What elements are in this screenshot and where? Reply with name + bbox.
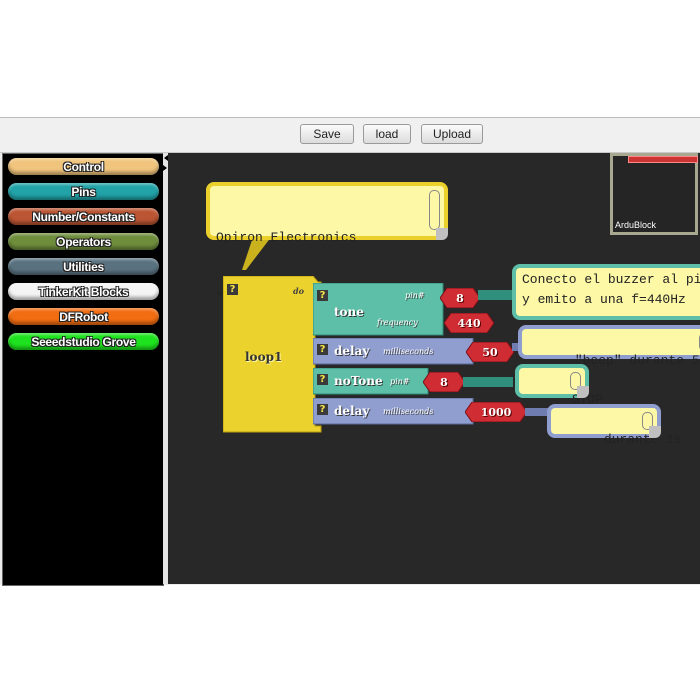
do-label: do xyxy=(293,286,304,296)
workspace-navigator[interactable]: ArduBlock xyxy=(610,153,698,235)
tone-block[interactable]: ? tone pin# frequency xyxy=(313,283,448,338)
delay-2-comment-text: durante 1s xyxy=(603,432,682,447)
toolbar: Save load Upload xyxy=(0,118,700,153)
notone-pin-value[interactable]: 8 xyxy=(423,372,465,392)
navigator-label: ArduBlock xyxy=(615,220,657,230)
delay-2-help-icon[interactable]: ? xyxy=(317,404,328,415)
comment-resize-grip[interactable] xyxy=(577,386,589,398)
delay-block-2[interactable]: ? delay milliseconds xyxy=(313,398,478,426)
delay-1-value[interactable]: 50 xyxy=(466,342,514,362)
tone-frequency-value[interactable]: 440 xyxy=(444,313,494,333)
delay-1-label: delay xyxy=(334,344,370,358)
category-dfrobot[interactable]: DFRobot xyxy=(8,308,159,325)
delay-block-1[interactable]: ? delay milliseconds xyxy=(313,338,478,366)
upload-button[interactable]: Upload xyxy=(421,124,483,144)
category-number-constants[interactable]: Number/Constants xyxy=(8,208,159,225)
comment-resize-grip[interactable] xyxy=(436,228,448,240)
loop-block[interactable]: ? loop1 do xyxy=(223,276,323,434)
delay-2-ms-label: milliseconds xyxy=(383,407,434,416)
notone-block[interactable]: ? noTone pin# xyxy=(313,368,433,396)
category-control[interactable]: Control xyxy=(8,158,159,175)
category-utilities[interactable]: Utilities xyxy=(8,258,159,275)
delay-2-value[interactable]: 1000 xyxy=(465,402,527,422)
category-pins[interactable]: Pins xyxy=(8,183,159,200)
delay-2-label: delay xyxy=(334,404,370,418)
comment-scrollbar[interactable] xyxy=(429,190,440,230)
notone-comment[interactable]: STOP xyxy=(515,364,603,407)
tone-comment[interactable]: Conecto el buzzer al pi y emito a una f=… xyxy=(512,264,700,320)
notone-label: noTone xyxy=(334,374,383,388)
header-comment-line-1: Opiron Electronics xyxy=(216,230,357,245)
category-seeedstudio-grove[interactable]: Seeedstudio Grove xyxy=(8,333,159,350)
save-button[interactable]: Save xyxy=(300,124,354,144)
tone-help-icon[interactable]: ? xyxy=(317,290,328,301)
tone-label: tone xyxy=(334,305,364,319)
delay-1-ms-label: milliseconds xyxy=(383,347,434,356)
category-operators[interactable]: Operators xyxy=(8,233,159,250)
header-comment[interactable]: Opiron Electronics "Beep" by A.Girod xyxy=(206,182,448,305)
delay-1-comment-text: "beep" durante 50 ms xyxy=(574,353,700,368)
delay-1-help-icon[interactable]: ? xyxy=(317,344,328,355)
category-tinkerkit-blocks[interactable]: TinkerKit Blocks xyxy=(8,283,159,300)
loop-label: loop1 xyxy=(245,350,283,364)
delay-2-comment[interactable]: durante 1s xyxy=(547,404,682,447)
loop-help-icon[interactable]: ? xyxy=(227,284,238,295)
comment-connector-1 xyxy=(478,290,512,300)
notone-pin-label: pin# xyxy=(390,377,410,386)
tone-frequency-label: frequency xyxy=(377,318,418,327)
block-category-palette: Control Pins Number/Constants Operators … xyxy=(2,153,164,586)
delay-1-comment[interactable]: "beep" durante 50 ms xyxy=(518,325,700,368)
comment-connector-3 xyxy=(463,377,513,387)
navigator-viewport[interactable] xyxy=(628,156,698,163)
ardublock-window: Save load Upload Control Pins Number/Con… xyxy=(0,117,700,586)
notone-help-icon[interactable]: ? xyxy=(317,374,328,385)
tone-pin-label: pin# xyxy=(405,291,425,300)
tone-pin-value[interactable]: 8 xyxy=(440,288,480,308)
comment-resize-grip[interactable] xyxy=(649,426,661,438)
workspace-canvas[interactable]: ArduBlock Opiron Electronics "Beep" by A… xyxy=(168,153,700,584)
load-button[interactable]: load xyxy=(363,124,411,144)
